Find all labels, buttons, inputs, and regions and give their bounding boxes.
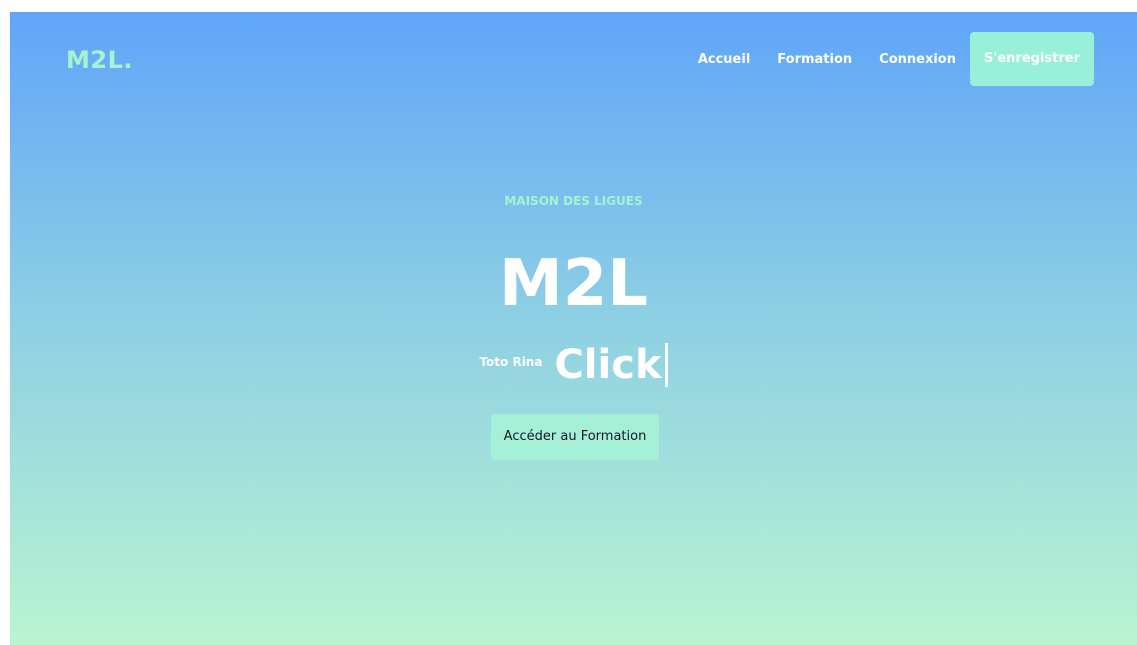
brand-logo[interactable]: M2L.	[66, 46, 133, 74]
typing-word: Click	[554, 342, 662, 388]
hero-eyebrow: MAISON DES LIGUES	[504, 194, 643, 208]
nav-links: Accueil Formation Connexion S'enregistre…	[698, 32, 1094, 86]
register-button[interactable]: S'enregistrer	[970, 32, 1094, 86]
nav-item-formation[interactable]: Formation	[777, 52, 852, 67]
cta-button[interactable]: Accéder au Formation	[491, 414, 659, 460]
typing-prefix: Toto Rina	[479, 355, 543, 369]
nav-item-connexion[interactable]: Connexion	[879, 52, 956, 67]
typing-row: Toto Rina Click	[10, 337, 1137, 393]
navbar: M2L. Accueil Formation Connexion S'enreg…	[10, 12, 1137, 106]
hero-title: M2L	[499, 247, 648, 321]
typing-cursor	[664, 343, 668, 387]
page-viewport: M2L. Accueil Formation Connexion S'enreg…	[10, 12, 1137, 645]
nav-item-accueil[interactable]: Accueil	[698, 52, 750, 67]
